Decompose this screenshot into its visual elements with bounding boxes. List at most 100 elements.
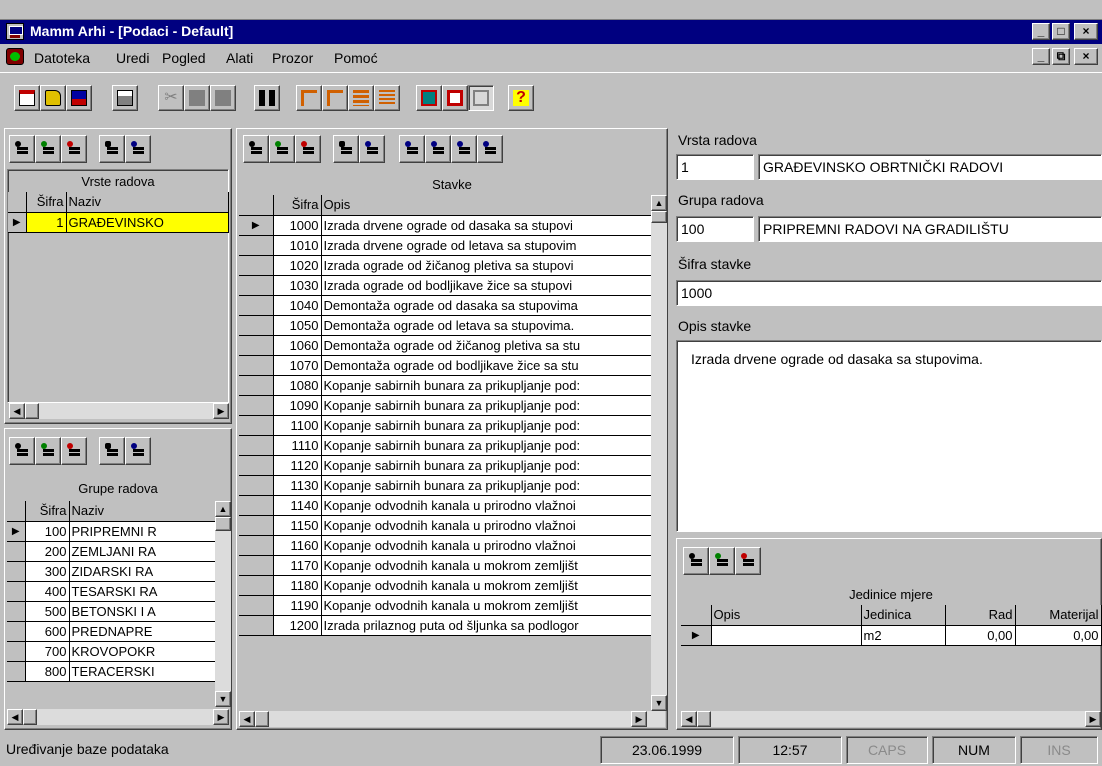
stavke-opis-cell[interactable]: Kopanje sabirnih bunara za prikupljanje … xyxy=(321,415,652,436)
jedinice-horizontal-scrollbar[interactable]: ◀ ▶ xyxy=(681,711,1101,727)
stavke-opis-cell[interactable]: Kopanje odvodnih kanala u mokrom zemljiš… xyxy=(321,575,652,596)
grupe-sifra-cell[interactable]: 300 xyxy=(25,561,70,582)
stavke-new-button[interactable] xyxy=(243,135,269,163)
scroll-up-icon[interactable]: ▲ xyxy=(215,501,231,517)
stavke-opis-cell[interactable]: Izrada prilaznog puta od šljunka sa podl… xyxy=(321,615,652,636)
scroll-thumb[interactable] xyxy=(697,711,711,727)
stavke-opis-cell[interactable]: Izrada drvene ograde od dasaka sa stupov… xyxy=(321,215,652,236)
jedinice-delete-button[interactable] xyxy=(735,547,761,575)
title-bar[interactable]: Mamm Arhi - [Podaci - Default] _ □ × xyxy=(0,20,1102,44)
stavke-sifra-cell[interactable]: 1030 xyxy=(273,275,322,296)
document-icon[interactable] xyxy=(6,48,24,65)
scroll-right-icon[interactable]: ▶ xyxy=(213,709,229,725)
grupe-sort-button[interactable] xyxy=(125,437,151,465)
table-row[interactable]: ▶ 1 GRAĐEVINSKO xyxy=(8,212,229,233)
list-view-button[interactable] xyxy=(348,85,374,111)
table-row[interactable]: 1030 Izrada ograde od bodljikave žice sa … xyxy=(239,275,652,296)
table-row[interactable]: 1200 Izrada prilaznog puta od šljunka sa … xyxy=(239,615,652,636)
grupe-col-sifra[interactable]: Šifra xyxy=(25,501,70,522)
stavke-opis-cell[interactable]: Demontaža ograde od letava sa stupovima. xyxy=(321,315,652,336)
grupe-naziv-cell[interactable]: ZEMLJANI RA xyxy=(69,541,216,562)
stavke-sifra-cell[interactable]: 1090 xyxy=(273,395,322,416)
stavke-col-opis[interactable]: Opis xyxy=(321,195,652,216)
stavke-sifra-cell[interactable]: 1040 xyxy=(273,295,322,316)
table-row[interactable]: 600 PREDNAPRE xyxy=(7,621,216,642)
scroll-left-icon[interactable]: ◀ xyxy=(7,709,23,725)
grupe-horizontal-scrollbar[interactable]: ◀ ▶ xyxy=(7,709,229,725)
doc-restore-button[interactable]: ⧉ xyxy=(1052,48,1070,65)
table-row[interactable]: 1110 Kopanje sabirnih bunara za prikuplja… xyxy=(239,435,652,456)
vrste-col-sifra[interactable]: Šifra xyxy=(26,192,67,213)
stavke-sifra-cell[interactable]: 1180 xyxy=(273,575,322,596)
tree-view-2-button[interactable] xyxy=(322,85,348,111)
menu-pogled[interactable]: Pogled xyxy=(162,50,206,66)
scroll-down-icon[interactable]: ▼ xyxy=(651,695,667,711)
stavke-opis-cell[interactable]: Kopanje sabirnih bunara za prikupljanje … xyxy=(321,375,652,396)
menu-datoteka[interactable]: Datoteka xyxy=(34,50,90,66)
maximize-button[interactable]: □ xyxy=(1052,23,1070,40)
table-row[interactable]: 1130 Kopanje sabirnih bunara za prikuplja… xyxy=(239,475,652,496)
stavke-opis-cell[interactable]: Kopanje sabirnih bunara za prikupljanje … xyxy=(321,475,652,496)
stavke-vertical-scrollbar[interactable]: ▲ ▼ xyxy=(651,195,667,711)
detail-view-button[interactable] xyxy=(374,85,400,111)
stavke-find-button[interactable] xyxy=(333,135,359,163)
grupe-naziv-cell[interactable]: TESARSKI RA xyxy=(69,581,216,602)
vrsta-naziv-field[interactable]: GRAĐEVINSKO OBRTNIČKI RADOVI xyxy=(758,154,1102,180)
stavke-sifra-cell[interactable]: 1170 xyxy=(273,555,322,576)
jedinice-rad-cell[interactable]: 0,00 xyxy=(945,625,1016,646)
scroll-thumb[interactable] xyxy=(651,211,667,223)
scroll-left-icon[interactable]: ◀ xyxy=(239,711,255,727)
vrste-sifra-cell[interactable]: 1 xyxy=(26,212,67,233)
form-view-button[interactable] xyxy=(416,85,442,111)
opis-stavke-memo[interactable]: Izrada drvene ograde od dasaka sa stupov… xyxy=(676,340,1102,532)
menu-alati[interactable]: Alati xyxy=(226,50,253,66)
table-row[interactable]: 200 ZEMLJANI RA xyxy=(7,541,216,562)
table-row[interactable]: 1160 Kopanje odvodnih kanala u prirodno v… xyxy=(239,535,652,556)
stavke-sifra-cell[interactable]: 1160 xyxy=(273,535,322,556)
stavke-opis-cell[interactable]: Demontaža ograde od bodljikave žice sa s… xyxy=(321,355,652,376)
scroll-thumb[interactable] xyxy=(215,517,231,531)
scroll-left-icon[interactable]: ◀ xyxy=(681,711,697,727)
table-row[interactable]: 1100 Kopanje sabirnih bunara za prikuplja… xyxy=(239,415,652,436)
stavke-opis-cell[interactable]: Izrada drvene ograde od letava sa stupov… xyxy=(321,235,652,256)
table-row[interactable]: 800 TERACERSKI xyxy=(7,661,216,682)
scroll-thumb[interactable] xyxy=(23,709,37,725)
stavke-opis-cell[interactable]: Kopanje odvodnih kanala u prirodno vlažn… xyxy=(321,495,652,516)
cut-button[interactable]: ✂ xyxy=(158,85,184,111)
stavke-col-sifra[interactable]: Šifra xyxy=(273,195,322,216)
table-row[interactable]: ▶ 1000 Izrada drvene ograde od dasaka sa s… xyxy=(239,215,652,236)
grupe-sifra-cell[interactable]: 100 xyxy=(25,521,70,542)
sifra-stavke-field[interactable]: 1000 xyxy=(676,280,1102,306)
vrste-new-button[interactable] xyxy=(9,135,35,163)
scroll-right-icon[interactable]: ▶ xyxy=(213,403,229,419)
table-row[interactable]: 300 ZIDARSKI RA xyxy=(7,561,216,582)
stavke-insert-after-button[interactable] xyxy=(425,135,451,163)
grupa-naziv-field[interactable]: PRIPREMNI RADOVI NA GRADILIŠTU xyxy=(758,216,1102,242)
table-row[interactable]: 1150 Kopanje odvodnih kanala u prirodno v… xyxy=(239,515,652,536)
stavke-move-down-button[interactable] xyxy=(477,135,503,163)
grupe-edit-button[interactable] xyxy=(35,437,61,465)
scroll-right-icon[interactable]: ▶ xyxy=(1085,711,1101,727)
grupe-sifra-cell[interactable]: 700 xyxy=(25,641,70,662)
table-row[interactable]: 1120 Kopanje sabirnih bunara za prikuplja… xyxy=(239,455,652,476)
vrsta-sifra-field[interactable]: 1 xyxy=(676,154,754,180)
menu-pomoc[interactable]: Pomoć xyxy=(334,50,378,66)
table-row[interactable]: 1010 Izrada drvene ograde od letava sa st… xyxy=(239,235,652,256)
stavke-insert-before-button[interactable] xyxy=(399,135,425,163)
vrste-naziv-cell[interactable]: GRAĐEVINSKO xyxy=(66,212,229,233)
stavke-opis-cell[interactable]: Izrada ograde od bodljikave žice sa stup… xyxy=(321,275,652,296)
table-row[interactable]: ▶ 100 PRIPREMNI R xyxy=(7,521,216,542)
stavke-opis-cell[interactable]: Kopanje odvodnih kanala u prirodno vlažn… xyxy=(321,535,652,556)
grupe-naziv-cell[interactable]: PREDNAPRE xyxy=(69,621,216,642)
grupe-naziv-cell[interactable]: PRIPREMNI R xyxy=(69,521,216,542)
close-button[interactable]: × xyxy=(1074,23,1098,40)
find-button[interactable] xyxy=(254,85,280,111)
stavke-sifra-cell[interactable]: 1060 xyxy=(273,335,322,356)
table-row[interactable]: 1190 Kopanje odvodnih kanala u mokrom zem… xyxy=(239,595,652,616)
open-button[interactable] xyxy=(40,85,66,111)
print-button[interactable] xyxy=(112,85,138,111)
vrste-sort-button[interactable] xyxy=(125,135,151,163)
stavke-sifra-cell[interactable]: 1190 xyxy=(273,595,322,616)
vrste-col-naziv[interactable]: Naziv xyxy=(66,192,229,213)
table-row[interactable]: ▶ m2 0,00 0,00 xyxy=(681,625,1102,646)
